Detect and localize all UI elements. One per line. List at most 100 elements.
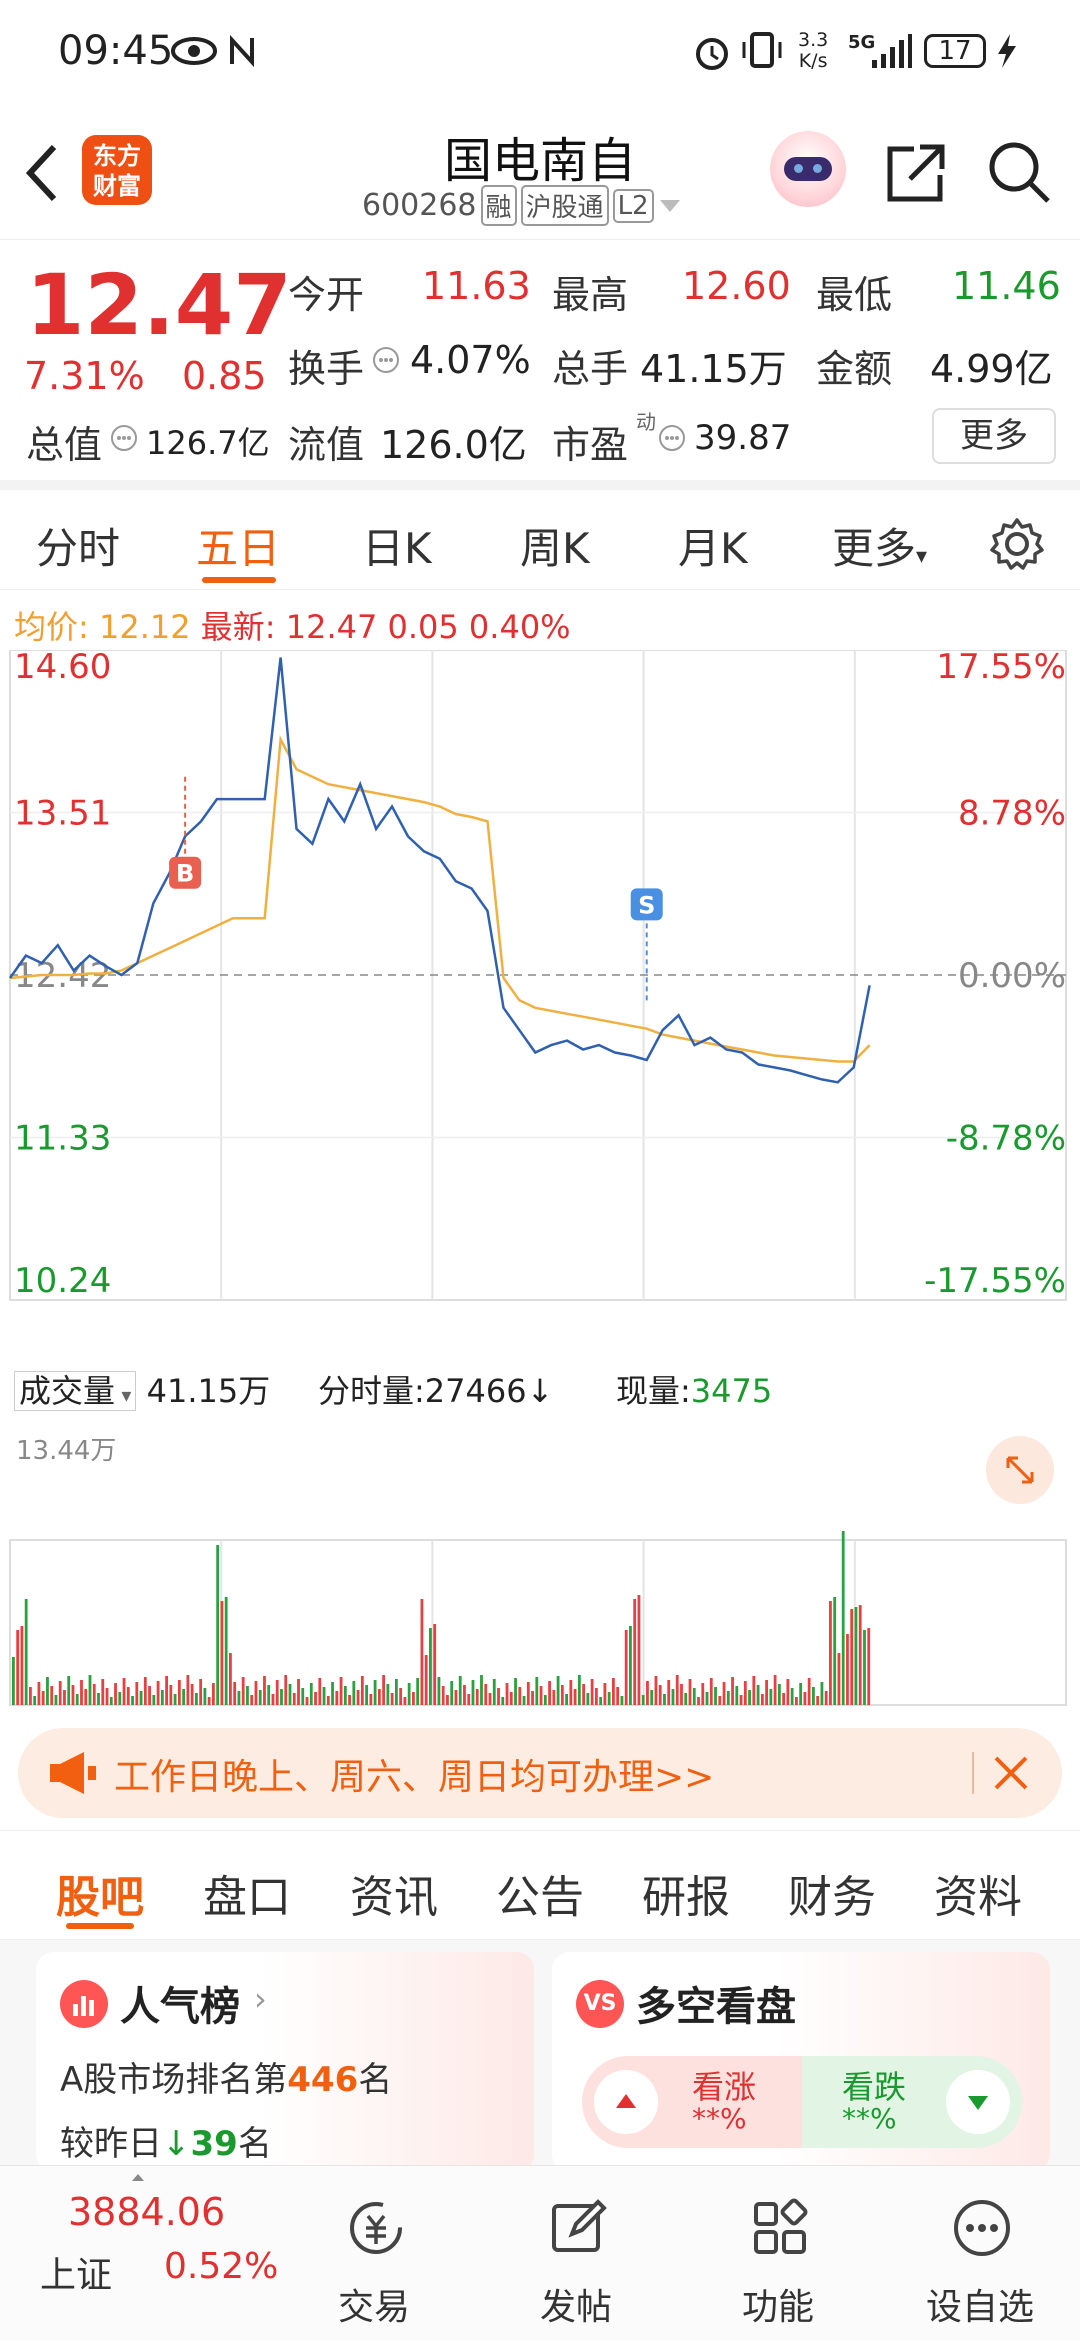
search-icon[interactable] (986, 139, 1052, 205)
volume-bar (229, 1653, 232, 1705)
turnover-label: 换手 (288, 347, 365, 391)
volume-bar (603, 1683, 607, 1705)
tab-research[interactable]: 研报 (642, 1861, 730, 1925)
volume-bar (709, 1678, 713, 1705)
tab-announcements[interactable]: 公告 (496, 1861, 584, 1925)
volume-bar (156, 1681, 160, 1705)
nav-add-watchlist[interactable]: 设自选 (910, 2166, 1050, 2341)
volume-bar (731, 1677, 734, 1705)
volume-bar (569, 1680, 573, 1705)
tab-profile[interactable]: 资料 (934, 1861, 1022, 1925)
volume-bar (165, 1676, 168, 1705)
info-dots-icon[interactable] (658, 424, 686, 452)
volume-bar (718, 1696, 722, 1705)
tab-guba[interactable]: 股吧 (56, 1861, 144, 1925)
nav-trade[interactable]: 交易 (304, 2166, 444, 2341)
status-bar: 09:45 3.3 K/s 5G 17 (0, 0, 1080, 105)
volume-bar (863, 1630, 866, 1705)
bearish-button[interactable]: 看跌 **% (802, 2056, 1022, 2148)
volume-bar (186, 1675, 190, 1705)
volume-indicator-select[interactable]: 成交量 ▾ (14, 1371, 137, 1411)
volume-bar (416, 1678, 420, 1705)
volume-bar (101, 1679, 105, 1705)
volume-bar (756, 1685, 760, 1705)
volume-bar (743, 1681, 747, 1705)
low-value: 11.46 (952, 264, 1061, 308)
float-value: 126.0亿 (380, 423, 527, 467)
current-volume-value: 3475 (690, 1372, 773, 1410)
volume-bar (88, 1675, 92, 1705)
tab-five-day[interactable]: 五日 (196, 515, 280, 576)
alarm-icon (696, 38, 728, 70)
gear-icon[interactable] (990, 517, 1044, 571)
volume-bar (143, 1677, 147, 1705)
pe-dynamic-mark: 动 (636, 410, 656, 434)
tab-weekly-k[interactable]: 周K (520, 515, 590, 576)
megaphone-icon (50, 1752, 96, 1794)
nav-functions-label: 功能 (741, 2287, 814, 2328)
close-icon[interactable] (990, 1752, 1032, 1794)
volume-bar (586, 1693, 590, 1705)
volume-bar (616, 1687, 620, 1705)
volume-bar (246, 1686, 249, 1705)
volume-bar (207, 1697, 211, 1705)
eye-icon (171, 37, 217, 65)
change-amount: 0.85 (182, 354, 267, 398)
promo-banner[interactable]: 工作日晚上、周六、周日均可办理>> (18, 1728, 1062, 1818)
stock-code-row[interactable]: 600268 融 沪股通 L2 (362, 185, 682, 226)
volume-bar (556, 1676, 560, 1705)
volume-bar (369, 1694, 373, 1705)
volume-bar (467, 1694, 471, 1705)
volume-bar (841, 1531, 845, 1705)
tab-pankou[interactable]: 盘口 (203, 1861, 291, 1925)
volume-bar (497, 1688, 500, 1705)
volume-bar (565, 1694, 568, 1705)
tab-monthly-k[interactable]: 月K (678, 515, 748, 576)
sentiment-card[interactable]: VS 多空看盘 看涨 **% 看跌 **% (552, 1952, 1050, 2172)
volume-bar (131, 1696, 134, 1705)
tab-finance[interactable]: 财务 (788, 1861, 876, 1925)
tab-intraday[interactable]: 分时 (36, 515, 120, 576)
tab-news[interactable]: 资讯 (350, 1861, 438, 1925)
chart-period-tabs: 分时 五日 日K 周K 月K 更多▾ (0, 495, 1080, 590)
more-button[interactable]: 更多 (932, 408, 1056, 464)
expand-button[interactable] (986, 1436, 1054, 1504)
volume-bar (356, 1690, 360, 1705)
volume-bar (480, 1675, 483, 1705)
volume-bar (305, 1697, 309, 1705)
avg-value: 12.12 (98, 608, 191, 646)
expand-icon (1006, 1456, 1034, 1484)
amount-value: 4.99亿 (930, 347, 1053, 391)
rank-line: A股市场排名第446名 (60, 2052, 392, 2101)
tab-daily-k[interactable]: 日K (362, 515, 432, 576)
volume-bar (160, 1690, 164, 1705)
tab-more[interactable]: 更多▾ (832, 515, 927, 576)
minute-volume-label: 分时量: (318, 1372, 425, 1410)
open-value: 11.63 (422, 264, 531, 308)
volume-bar (12, 1657, 15, 1705)
volume-bar (97, 1693, 100, 1705)
rank-compare-line: 较昨日↓39名 (60, 2116, 272, 2165)
volume-bar (190, 1684, 194, 1705)
index-ticker[interactable]: 3884.06 上证 0.52% (0, 2166, 278, 2341)
bullish-button[interactable]: 看涨 **% (582, 2056, 802, 2148)
five-day-chart[interactable]: 均价: 12.12 最新: 12.47 0.05 0.40% 14.60 17.5… (0, 590, 1080, 1720)
volume-value: 41.15万 (640, 347, 787, 391)
nav-functions[interactable]: 功能 (708, 2166, 848, 2341)
l2-tag: L2 (612, 188, 654, 223)
avg-price-line (9, 735, 871, 1063)
compare-prefix: 较昨日 (60, 2124, 162, 2164)
current-volume: 现量:3475 (616, 1366, 772, 1412)
volume-bar (216, 1545, 220, 1705)
robot-assistant-icon[interactable] (770, 131, 846, 207)
delta-pct-value: 0.40% (468, 608, 571, 646)
volume-bar (292, 1693, 296, 1705)
caret-down-icon: ▾ (115, 1383, 132, 1407)
volume-bar (390, 1693, 394, 1705)
popularity-card[interactable]: 人气榜 › A股市场排名第446名 较昨日↓39名 (36, 1952, 534, 2172)
volume-bar (63, 1690, 66, 1705)
nav-post[interactable]: 发帖 (506, 2166, 646, 2341)
info-dots-icon[interactable] (372, 346, 400, 374)
info-dots-icon[interactable] (110, 424, 138, 452)
share-icon[interactable] (884, 141, 946, 203)
